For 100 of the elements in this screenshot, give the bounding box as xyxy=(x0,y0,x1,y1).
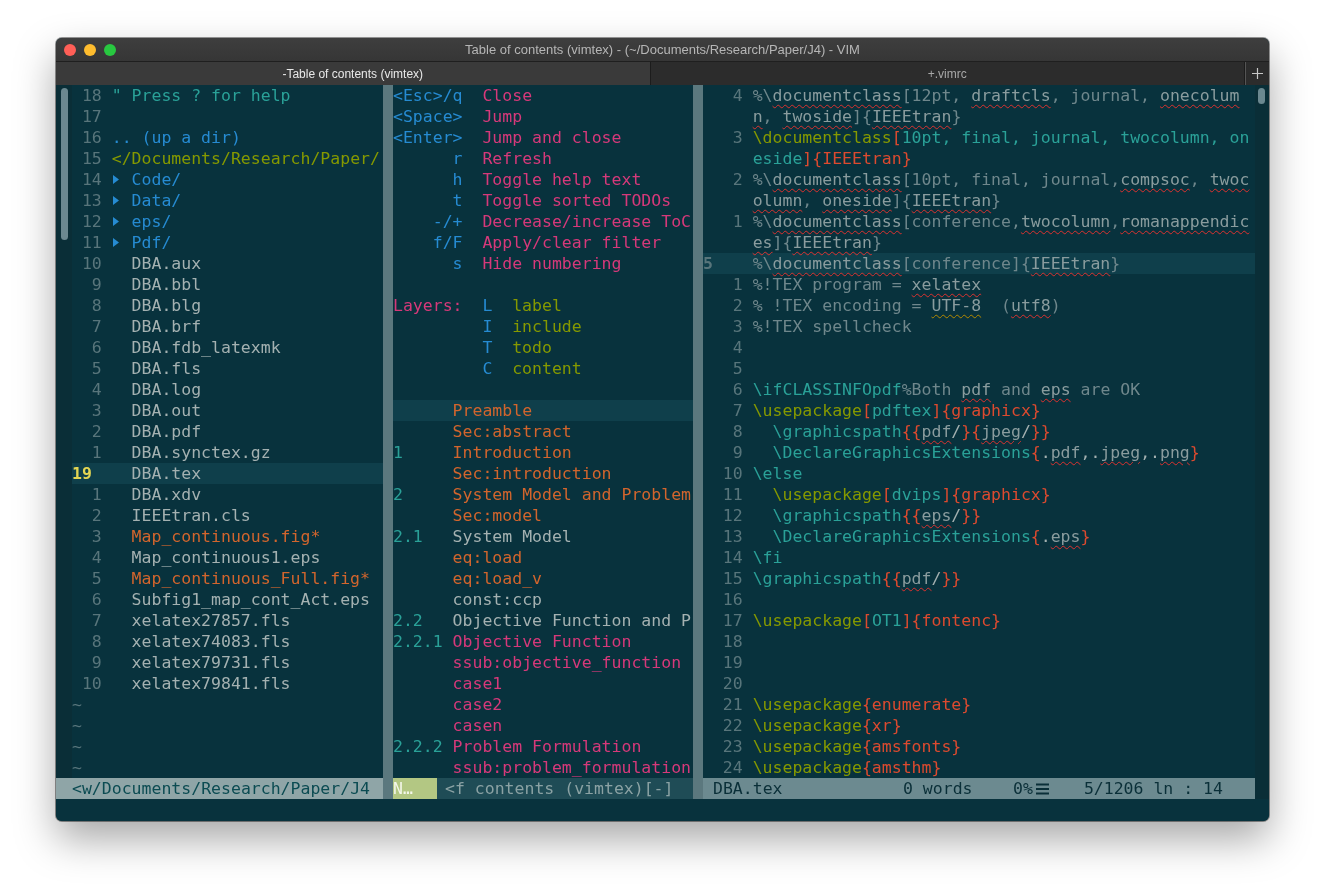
toc-entry[interactable]: System Model and Problem xyxy=(452,484,691,505)
file-name[interactable]: Map_continuous.fig* xyxy=(111,526,321,547)
toc-entry[interactable]: eq:load xyxy=(452,547,523,568)
line-number: 20 xyxy=(721,673,743,694)
directory-name[interactable]: Pdf/ xyxy=(131,232,172,253)
toc-entry[interactable]: const:ccp xyxy=(452,589,542,610)
file-name[interactable]: DBA.synctex.gz xyxy=(111,442,271,463)
line-number: 2 xyxy=(90,421,102,442)
code-line: \fi xyxy=(752,547,784,568)
line-number: 8 xyxy=(731,421,743,442)
code-line: \DeclareGraphicsExtensions{.pdf,.jpeg,.png} xyxy=(771,442,1201,463)
scrollbar-thumb[interactable] xyxy=(61,88,68,240)
line-number: 9 xyxy=(731,442,743,463)
file-name[interactable]: DBA.pdf xyxy=(111,421,202,442)
line-number: 19 xyxy=(721,652,743,673)
directory-name[interactable]: Data/ xyxy=(131,190,182,211)
directory-name[interactable]: eps/ xyxy=(131,211,172,232)
line-number: 4 xyxy=(731,337,743,358)
toc-entry[interactable]: Objective Function and P xyxy=(452,610,691,631)
line-number: 17 xyxy=(721,610,743,631)
line-number: 9 xyxy=(90,274,102,295)
file-name[interactable]: xelatex74083.fls xyxy=(111,631,291,652)
file-name[interactable]: DBA.out xyxy=(111,400,202,421)
file-name[interactable]: Map_continuous1.eps xyxy=(111,547,321,568)
minimize-button[interactable] xyxy=(84,43,96,56)
file-name[interactable]: DBA.bbl xyxy=(111,274,202,295)
file-name[interactable]: DBA.tex xyxy=(111,463,202,484)
file-name[interactable]: xelatex79731.fls xyxy=(111,652,291,673)
code-line: \documentclass[10pt, final, journal, twocolumn, oneside]{IEEEtran} xyxy=(752,127,1251,169)
file-name[interactable]: DBA.blg xyxy=(111,295,202,316)
toc-entry[interactable]: casen xyxy=(452,715,503,736)
file-name[interactable]: DBA.log xyxy=(111,379,202,400)
code-line: \graphicspath{{eps/}} xyxy=(771,505,983,526)
file-name[interactable]: DBA.aux xyxy=(111,253,202,274)
help-text: Apply/clear filter xyxy=(482,232,662,253)
line-number: 21 xyxy=(721,694,743,715)
file-name[interactable]: Subfig1_map_cont_Act.eps xyxy=(111,589,370,610)
file-name[interactable]: xelatex79841.fls xyxy=(111,673,291,694)
code-line: \usepackage{xr} xyxy=(752,715,903,736)
line-number: 7 xyxy=(731,400,743,421)
code-line: %\documentclass[conference]{IEEEtran} xyxy=(752,253,1122,274)
cursor-position: 5/1206 ln : 14 xyxy=(1083,778,1223,799)
section-number: 1 xyxy=(393,442,404,463)
line-number: 7 xyxy=(90,610,102,631)
toc-entry[interactable]: case2 xyxy=(452,694,503,715)
scrollbar-thumb[interactable] xyxy=(1258,88,1265,104)
code-line: \usepackage[OT1]{fontenc} xyxy=(752,610,1003,631)
file-name[interactable]: DBA.xdv xyxy=(111,484,202,505)
line-number: 2 xyxy=(731,295,743,316)
line-number: 11 xyxy=(721,484,743,505)
empty-line-marker: ~ xyxy=(72,715,82,736)
mode-indicator: N… xyxy=(393,778,437,799)
toc-entry[interactable]: Sec:abstract xyxy=(452,421,572,442)
toc-entry[interactable]: case1 xyxy=(452,673,503,694)
help-text: Refresh xyxy=(482,148,552,169)
layer-name: label xyxy=(512,295,562,316)
line-number: 6 xyxy=(90,589,102,610)
toc-entry[interactable]: eq:load_v xyxy=(452,568,542,589)
file-name[interactable]: DBA.fls xyxy=(111,358,202,379)
file-name[interactable]: Map_continuous_Full.fig* xyxy=(111,568,370,589)
line-number: 24 xyxy=(721,757,743,778)
layer-name: content xyxy=(512,358,582,379)
section-number: 2.1 xyxy=(393,526,424,547)
toc-entry[interactable]: Introduction xyxy=(452,442,572,463)
help-text: Jump xyxy=(482,106,523,127)
file-name[interactable]: xelatex27857.fls xyxy=(111,610,291,631)
toc-entry[interactable]: Problem Formulation xyxy=(452,736,642,757)
empty-line-marker: ~ xyxy=(72,694,82,715)
file-name[interactable]: DBA.fdb_latexmk xyxy=(111,337,281,358)
key-binding: <Esc>/q xyxy=(393,85,463,106)
toc-entry[interactable]: System Model xyxy=(452,526,572,547)
lines-icon xyxy=(1035,782,1049,795)
directory-name[interactable]: Code/ xyxy=(131,169,182,190)
toc-entry[interactable]: Sec:introduction xyxy=(452,463,612,484)
code-line: \ifCLASSINFOpdf%Both pdf and eps are OK xyxy=(752,379,1142,400)
layer-key: I xyxy=(482,316,493,337)
code-line: %!TEX program = xelatex xyxy=(752,274,983,295)
line-number: 4 xyxy=(731,85,743,107)
key-binding: <Space> xyxy=(393,106,463,127)
toc-entry[interactable]: ssub:problem_formulation xyxy=(452,757,691,778)
line-number: 8 xyxy=(90,631,102,652)
layer-key: T xyxy=(482,337,493,358)
line-number: 4 xyxy=(90,379,102,400)
zoom-button[interactable] xyxy=(104,43,116,56)
line-number: 1 xyxy=(731,274,743,295)
line-number: 10 xyxy=(721,463,743,484)
line-number: 22 xyxy=(721,715,743,736)
file-name[interactable]: DBA.brf xyxy=(111,316,202,337)
file-name[interactable]: IEEEtran.cls xyxy=(111,505,251,526)
toc-entry[interactable]: ssub:objective_function xyxy=(452,652,682,673)
toc-entry[interactable]: Objective Function xyxy=(452,631,632,652)
close-button[interactable] xyxy=(64,43,76,56)
key-binding: f/F xyxy=(431,232,463,253)
key-binding: <Enter> xyxy=(393,127,463,148)
line-number: 19 xyxy=(72,463,93,484)
parent-directory-link[interactable]: .. (up a dir) xyxy=(111,127,241,148)
layer-name: include xyxy=(512,316,582,337)
toc-entry[interactable]: Sec:model xyxy=(452,505,542,526)
tab[interactable]: -Table of contents (vimtex) xyxy=(56,62,651,85)
path-text: </Documents/Research/Paper/ xyxy=(111,148,380,169)
